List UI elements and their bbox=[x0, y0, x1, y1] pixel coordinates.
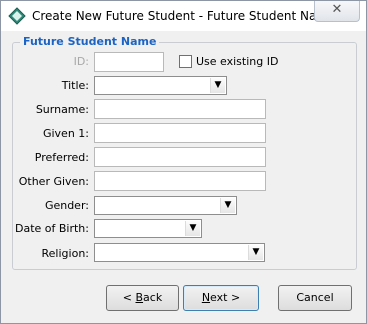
gender-select[interactable]: ▼ bbox=[94, 196, 237, 215]
id-field[interactable] bbox=[94, 52, 164, 72]
use-existing-id-checkbox[interactable] bbox=[179, 55, 192, 68]
dialog-window: Create New Future Student - Future Stude… bbox=[0, 0, 367, 324]
group-legend: Future Student Name bbox=[20, 35, 160, 48]
id-label: ID: bbox=[73, 55, 89, 68]
dob-label: Date of Birth: bbox=[14, 222, 89, 235]
next-button-suffix: ext > bbox=[210, 291, 241, 304]
back-button-hotkey: B bbox=[135, 291, 144, 304]
religion-label: Religion: bbox=[41, 247, 89, 260]
surname-label: Surname: bbox=[35, 103, 89, 116]
other-given-field[interactable] bbox=[94, 171, 266, 191]
back-button[interactable]: < Back bbox=[106, 285, 179, 311]
next-button[interactable]: Next > bbox=[183, 285, 259, 311]
surname-field[interactable] bbox=[94, 99, 266, 119]
dob-select[interactable]: ▼ bbox=[94, 219, 202, 238]
next-button-hotkey: N bbox=[201, 291, 211, 304]
preferred-field[interactable] bbox=[94, 147, 266, 167]
chevron-down-icon[interactable]: ▼ bbox=[210, 78, 225, 93]
app-diamond-icon bbox=[8, 7, 26, 25]
chevron-down-icon[interactable]: ▼ bbox=[185, 221, 200, 236]
preferred-label: Preferred: bbox=[34, 151, 89, 164]
cancel-button[interactable]: Cancel bbox=[278, 285, 352, 311]
given1-field[interactable] bbox=[94, 123, 266, 143]
back-button-prefix: < bbox=[122, 291, 136, 304]
gender-label: Gender: bbox=[44, 199, 89, 212]
window-title: Create New Future Student - Future Stude… bbox=[32, 9, 336, 23]
chevron-down-icon[interactable]: ▼ bbox=[248, 245, 263, 260]
given1-label: Given 1: bbox=[42, 127, 89, 140]
other-given-label: Other Given: bbox=[18, 175, 89, 188]
use-existing-id-label: Use existing ID bbox=[196, 55, 279, 68]
title-bar[interactable]: Create New Future Student - Future Stude… bbox=[1, 1, 366, 31]
title-label: Title: bbox=[61, 79, 89, 92]
back-button-suffix: ack bbox=[143, 291, 163, 304]
title-select[interactable]: ▼ bbox=[94, 76, 227, 95]
chevron-down-icon[interactable]: ▼ bbox=[220, 198, 235, 213]
close-icon[interactable]: ✕ bbox=[314, 1, 360, 22]
religion-select[interactable]: ▼ bbox=[94, 243, 265, 262]
